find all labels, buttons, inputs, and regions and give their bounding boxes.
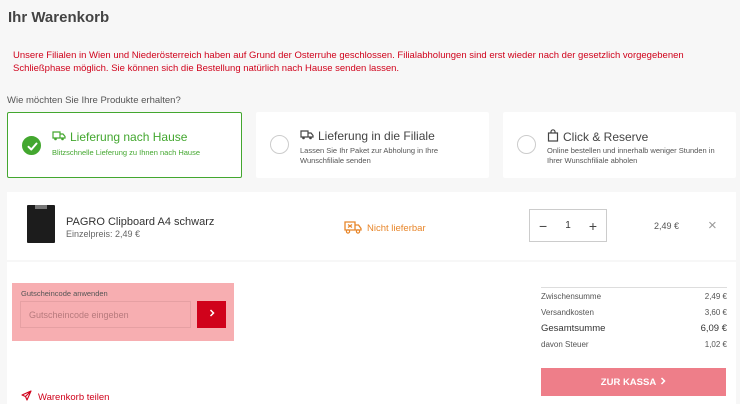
availability-status: Nicht lieferbar xyxy=(344,220,426,237)
voucher-label: Gutscheincode anwenden xyxy=(21,289,108,298)
delivery-option-click-reserve[interactable]: Click & Reserve Online bestellen und inn… xyxy=(503,112,736,178)
truck-icon xyxy=(300,129,314,143)
summary-value: 1,02 € xyxy=(704,339,727,349)
store-closure-notice: Unsere Filialen in Wien und Niederösterr… xyxy=(13,50,684,74)
summary-value: 6,09 € xyxy=(700,322,727,334)
remove-item-icon[interactable]: × xyxy=(708,218,717,233)
summary-row: Versandkosten 3,60 € xyxy=(541,304,727,320)
chevron-right-icon xyxy=(660,376,666,388)
summary-value: 2,49 € xyxy=(704,291,727,301)
summary-label: Versandkosten xyxy=(541,307,594,317)
quantity-stepper: − 1 + xyxy=(529,209,607,242)
quantity-increase-button[interactable]: + xyxy=(589,219,597,233)
page-title: Ihr Warenkorb xyxy=(8,9,110,26)
delivery-option-subtitle: Online bestellen und innerhalb weniger S… xyxy=(547,146,715,165)
summary-row-total: Gesamtsumme 6,09 € xyxy=(541,320,727,336)
voucher-input[interactable] xyxy=(20,301,191,328)
radio-checked-icon[interactable] xyxy=(22,136,41,155)
share-cart-label: Warenkorb teilen xyxy=(38,391,110,403)
delivery-option-title: Click & Reserve xyxy=(563,130,649,144)
delivery-option-store[interactable]: Lieferung in die Filiale Lassen Sie Ihr … xyxy=(256,112,489,178)
quantity-decrease-button[interactable]: − xyxy=(539,219,547,233)
truck-icon xyxy=(344,220,362,237)
product-unit-price: Einzelpreis: 2,49 € xyxy=(66,229,141,239)
voucher-apply-button[interactable] xyxy=(197,301,226,328)
paper-plane-icon xyxy=(21,390,32,404)
truck-icon xyxy=(52,130,66,144)
delivery-question: Wie möchten Sie Ihre Produkte erhalten? xyxy=(7,95,181,106)
delivery-option-title: Lieferung nach Hause xyxy=(70,130,188,144)
product-image[interactable] xyxy=(27,205,55,243)
checkout-label: ZUR KASSA xyxy=(600,376,657,388)
voucher-box: Gutscheincode anwenden xyxy=(12,283,234,341)
summary-row: davon Steuer 1,02 € xyxy=(541,336,727,352)
shopping-bag-icon xyxy=(547,129,559,145)
line-total: 2,49 € xyxy=(654,221,680,231)
availability-label: Nicht lieferbar xyxy=(367,223,426,234)
cart-item-row: PAGRO Clipboard A4 schwarz Einzelpreis: … xyxy=(7,192,736,260)
checkout-button[interactable]: ZUR KASSA xyxy=(541,368,726,396)
share-cart-link[interactable]: Warenkorb teilen xyxy=(21,390,109,404)
delivery-option-title: Lieferung in die Filiale xyxy=(318,129,435,143)
quantity-value[interactable]: 1 xyxy=(565,220,571,231)
summary-label: Zwischensumme xyxy=(541,291,602,301)
product-name[interactable]: PAGRO Clipboard A4 schwarz xyxy=(66,216,214,228)
summary-label: davon Steuer xyxy=(541,339,589,349)
chevron-right-icon xyxy=(209,309,215,320)
delivery-option-subtitle: Blitzschnelle Lieferung zu Ihnen nach Ha… xyxy=(52,148,201,157)
delivery-option-subtitle: Lassen Sie Ihr Paket zur Abholung in Ihr… xyxy=(300,146,439,165)
summary-value: 3,60 € xyxy=(704,307,727,317)
delivery-option-home[interactable]: Lieferung nach Hause Blitzschnelle Liefe… xyxy=(7,112,242,178)
radio-unchecked-icon[interactable] xyxy=(270,135,289,154)
summary-label: Gesamtsumme xyxy=(541,322,606,334)
cart-summary-section: Gutscheincode anwenden Warenkorb teilen … xyxy=(7,262,736,404)
summary-row: Zwischensumme 2,49 € xyxy=(541,288,727,304)
radio-unchecked-icon[interactable] xyxy=(517,135,536,154)
order-totals: Zwischensumme 2,49 € Versandkosten 3,60 … xyxy=(541,287,727,352)
